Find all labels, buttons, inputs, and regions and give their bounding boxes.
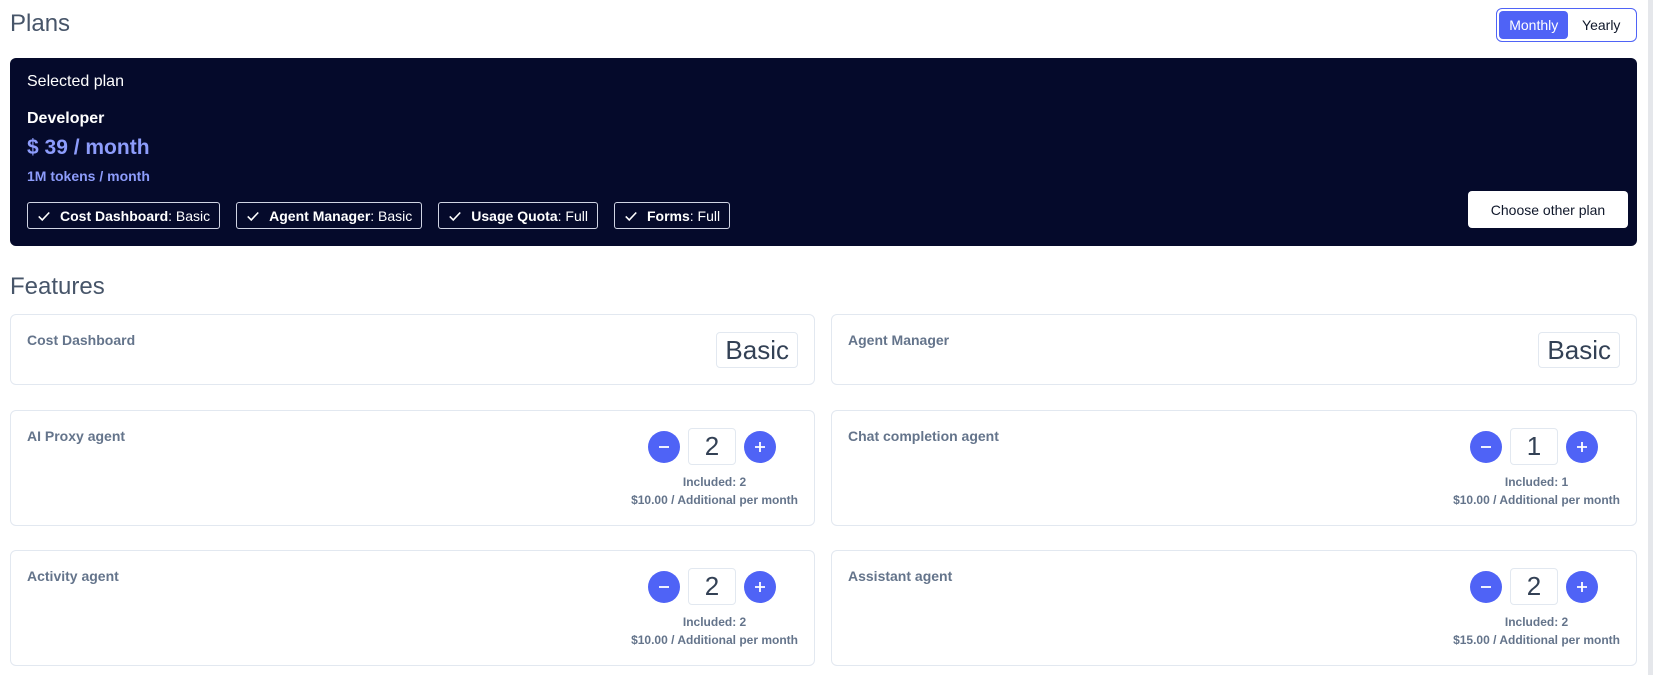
- feature-label: Cost Dashboard: [27, 332, 136, 348]
- minus-icon: [659, 585, 669, 588]
- included-count: Included: 1: [1504, 475, 1569, 489]
- plan-feature-chip: Agent Manager: Basic: [236, 202, 423, 229]
- decrement-button[interactable]: [648, 570, 680, 603]
- quantity-value[interactable]: 2: [688, 568, 736, 605]
- plan-feature-chip: Forms: Full: [613, 202, 731, 229]
- agent-pricing: Included: 2 $10.00 / Additional per mont…: [631, 613, 798, 649]
- increment-button[interactable]: [1566, 570, 1598, 603]
- plan-feature-level: : Full: [689, 207, 721, 224]
- agent-label: Assistant agent: [848, 568, 953, 584]
- page-title: Plans: [10, 10, 71, 37]
- plus-icon: [1577, 441, 1587, 452]
- feature-level-value: Basic: [1538, 332, 1620, 368]
- additional-price: $10.00 / Additional per month: [631, 493, 798, 507]
- feature-card-agent-manager: Agent Manager Basic: [831, 314, 1637, 385]
- page-scrollbar[interactable]: [1648, 0, 1653, 675]
- plan-feature-name: Forms: [646, 207, 690, 224]
- features-section-title: Features: [10, 273, 105, 300]
- check-icon: [38, 211, 50, 221]
- agent-pricing: Included: 2 $10.00 / Additional per mont…: [631, 473, 798, 509]
- increment-button[interactable]: [1566, 430, 1598, 463]
- billing-period-toggle[interactable]: Monthly Yearly: [1496, 8, 1637, 42]
- decrement-button[interactable]: [1470, 570, 1502, 603]
- check-icon: [449, 211, 462, 221]
- plan-feature-chip: Cost Dashboard: Basic: [27, 202, 221, 229]
- plan-tokens: 1M tokens / month: [27, 168, 150, 184]
- plan-feature-level: : Basic: [370, 207, 413, 224]
- additional-price: $10.00 / Additional per month: [1453, 493, 1620, 507]
- included-count: Included: 2: [682, 615, 747, 629]
- quantity-stepper[interactable]: 2: [648, 568, 776, 605]
- plan-price: $ 39 / month: [27, 136, 150, 159]
- plan-feature-name: Cost Dashboard: [60, 207, 169, 224]
- minus-icon: [1481, 585, 1491, 588]
- agent-card-assistant: Assistant agent 2 Included: 2 $15.00 / A…: [831, 550, 1637, 666]
- selected-plan-banner: Selected plan Developer $ 39 / month 1M …: [10, 58, 1637, 246]
- plus-icon: [755, 441, 765, 452]
- quantity-stepper[interactable]: 1: [1470, 428, 1598, 465]
- feature-level-value: Basic: [716, 332, 798, 368]
- feature-label: Agent Manager: [848, 332, 950, 348]
- quantity-stepper[interactable]: 2: [648, 428, 776, 465]
- additional-price: $10.00 / Additional per month: [631, 633, 798, 647]
- quantity-value[interactable]: 2: [688, 428, 736, 465]
- plan-feature-level: : Full: [557, 207, 588, 224]
- plan-feature-name: Agent Manager: [269, 207, 371, 224]
- plan-feature-name: Usage Quota: [471, 207, 558, 224]
- agent-label: Activity agent: [27, 568, 119, 584]
- plan-name: Developer: [27, 110, 105, 127]
- agent-pricing: Included: 1 $10.00 / Additional per mont…: [1453, 473, 1620, 509]
- plan-feature-chip: Usage Quota: Full: [438, 202, 598, 229]
- minus-icon: [659, 445, 669, 448]
- agent-pricing: Included: 2 $15.00 / Additional per mont…: [1453, 613, 1620, 649]
- feature-card-cost-dashboard: Cost Dashboard Basic: [10, 314, 815, 385]
- monthly-toggle-button[interactable]: Monthly: [1499, 11, 1569, 39]
- included-count: Included: 2: [682, 475, 747, 489]
- check-icon: [625, 211, 637, 221]
- increment-button[interactable]: [744, 570, 776, 603]
- increment-button[interactable]: [744, 430, 776, 463]
- additional-price: $15.00 / Additional per month: [1453, 633, 1620, 647]
- plus-icon: [1577, 581, 1587, 592]
- selected-plan-label: Selected plan: [27, 73, 124, 90]
- agent-card-activity: Activity agent 2 Included: 2 $10.00 / Ad…: [10, 550, 815, 666]
- agent-label: AI Proxy agent: [27, 428, 126, 444]
- quantity-value[interactable]: 2: [1510, 568, 1558, 605]
- plus-icon: [755, 581, 765, 592]
- yearly-toggle-button[interactable]: Yearly: [1568, 11, 1634, 39]
- decrement-button[interactable]: [648, 430, 680, 463]
- agent-card-ai-proxy: AI Proxy agent 2 Included: 2 $10.00 / Ad…: [10, 410, 815, 526]
- check-icon: [247, 211, 259, 221]
- plan-feature-level: : Basic: [168, 207, 211, 224]
- agent-card-chat-completion: Chat completion agent 1 Included: 1 $10.…: [831, 410, 1637, 526]
- decrement-button[interactable]: [1470, 430, 1502, 463]
- minus-icon: [1481, 445, 1491, 448]
- included-count: Included: 2: [1504, 615, 1569, 629]
- choose-other-plan-button[interactable]: Choose other plan: [1468, 191, 1628, 228]
- quantity-value[interactable]: 1: [1510, 428, 1558, 465]
- quantity-stepper[interactable]: 2: [1470, 568, 1598, 605]
- agent-label: Chat completion agent: [848, 428, 999, 444]
- plan-feature-list: Cost Dashboard: Basic Agent Manager: Bas…: [27, 202, 731, 229]
